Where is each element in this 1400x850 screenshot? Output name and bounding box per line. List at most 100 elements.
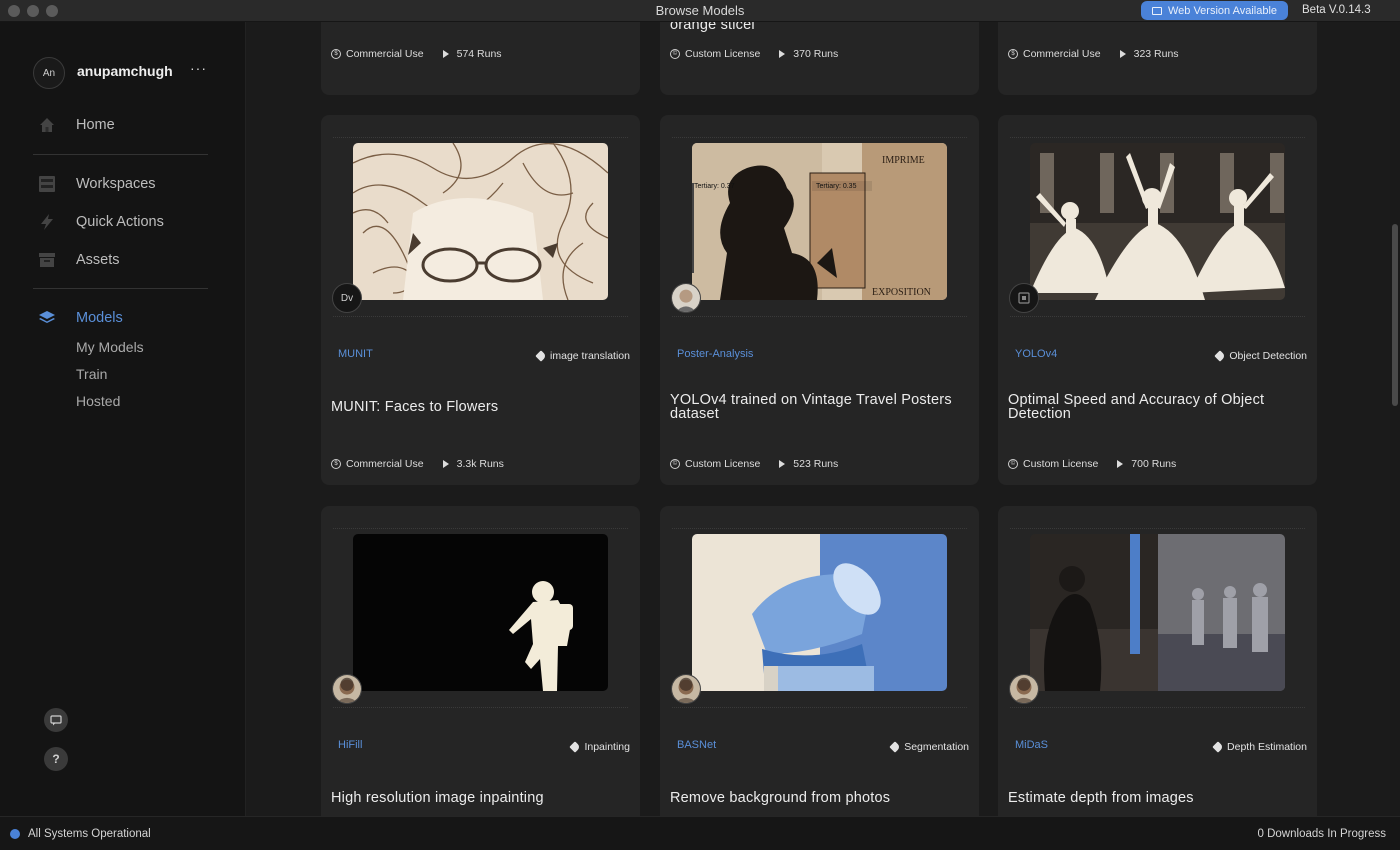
lightning-icon: [38, 213, 56, 231]
task-tag: Object Detection: [1214, 350, 1307, 362]
model-thumbnail: [1030, 143, 1285, 300]
sidebar-item-label: Assets: [76, 252, 120, 268]
repo-link[interactable]: MUNIT: [338, 348, 373, 360]
owner-avatar[interactable]: Dv: [332, 283, 362, 313]
model-thumbnail: [353, 143, 608, 300]
owner-avatar[interactable]: [1009, 283, 1039, 313]
play-icon: [1117, 460, 1124, 468]
sidebar-item-workspaces[interactable]: Workspaces: [38, 175, 156, 193]
task-tag: Depth Estimation: [1212, 741, 1307, 753]
tag-icon: [1214, 350, 1227, 362]
owner-avatar[interactable]: [671, 283, 701, 313]
runs-label: 323 Runs: [1133, 48, 1179, 60]
system-status[interactable]: All Systems Operational: [28, 828, 151, 840]
model-card[interactable]: orange sticel © Custom License 370 Runs: [660, 22, 979, 95]
task-tag: Inpainting: [569, 741, 630, 753]
archive-icon: [38, 251, 56, 269]
title-bar: Browse Models Web Version Available Beta…: [0, 0, 1400, 22]
chat-button[interactable]: [44, 708, 68, 732]
repo-link[interactable]: HiFill: [338, 739, 362, 751]
license-icon: $: [331, 49, 341, 59]
scrollbar-thumb[interactable]: [1392, 224, 1398, 406]
play-icon: [442, 50, 449, 58]
license-icon: ©: [670, 459, 680, 469]
runs-label: 523 Runs: [793, 458, 839, 470]
runs-label: 370 Runs: [793, 48, 839, 60]
model-card[interactable]: HiFill Inpainting High resolution image …: [321, 506, 640, 816]
username[interactable]: anupamchugh: [77, 63, 173, 79]
card-meta: © Custom License 700 Runs: [1008, 458, 1176, 470]
license-label: Commercial Use: [346, 48, 424, 60]
sidebar-item-train[interactable]: Train: [76, 366, 107, 382]
layers-icon: [38, 309, 56, 327]
owner-avatar[interactable]: [671, 674, 701, 704]
tag-icon: [569, 741, 582, 753]
runs-label: 3.3k Runs: [456, 458, 504, 470]
chat-icon: [50, 714, 62, 725]
task-tag: image translation: [535, 350, 630, 362]
model-grid: $ Commercial Use 574 Runs orange sticel …: [247, 22, 1389, 816]
license-label: Commercial Use: [346, 458, 424, 470]
card-title: YOLOv4 trained on Vintage Travel Posters…: [670, 392, 952, 422]
card-title: High resolution image inpainting: [331, 790, 544, 806]
sidebar-item-home[interactable]: Home: [38, 116, 115, 134]
sidebar-divider: [33, 154, 208, 155]
license-label: Custom License: [685, 458, 761, 470]
card-title: Remove background from photos: [670, 790, 891, 806]
license-label: Custom License: [1023, 458, 1099, 470]
license-label: Commercial Use: [1023, 48, 1101, 60]
repo-link[interactable]: BASNet: [677, 739, 716, 751]
sidebar-item-assets[interactable]: Assets: [38, 251, 120, 269]
version-label: Beta V.0.14.3: [1302, 4, 1371, 16]
play-icon: [779, 50, 786, 58]
model-thumbnail: [692, 534, 947, 691]
tag-icon: [1212, 741, 1224, 753]
card-title: MUNIT: Faces to Flowers: [331, 399, 499, 415]
license-icon: ©: [670, 49, 680, 59]
scrollbar-track[interactable]: [1390, 22, 1400, 816]
workspaces-icon: [38, 175, 56, 193]
more-options-button[interactable]: ···: [190, 60, 207, 76]
help-button[interactable]: ?: [44, 747, 68, 771]
model-thumbnail: [1030, 534, 1285, 691]
license-icon: $: [331, 459, 341, 469]
avatar[interactable]: An: [33, 57, 65, 89]
model-card[interactable]: BASNet Segmentation Remove background fr…: [660, 506, 979, 816]
web-version-button[interactable]: Web Version Available: [1141, 1, 1288, 20]
owner-avatar[interactable]: [332, 674, 362, 704]
model-card[interactable]: $ Commercial Use 323 Runs: [998, 22, 1317, 95]
tag-icon: [889, 741, 901, 753]
task-tag: Segmentation: [889, 741, 969, 753]
status-bar: All Systems Operational 0 Downloads In P…: [0, 816, 1400, 850]
model-card[interactable]: Dv MUNIT image translation MUNIT: Faces …: [321, 115, 640, 485]
card-title: orange sticel: [670, 22, 755, 33]
license-icon: $: [1008, 49, 1018, 59]
model-thumbnail: IMPRIME EXPOSITION Tertiary: 0.37 Tertia…: [692, 143, 947, 300]
browser-icon: [1151, 6, 1162, 15]
tag-icon: [535, 350, 547, 362]
sidebar-item-label: Home: [76, 117, 115, 133]
model-card[interactable]: IMPRIME EXPOSITION Tertiary: 0.37 Tertia…: [660, 115, 979, 485]
card-meta: $ Commercial Use 3.3k Runs: [331, 458, 504, 470]
model-card[interactable]: YOLOv4 Object Detection Optimal Speed an…: [998, 115, 1317, 485]
sidebar-item-my-models[interactable]: My Models: [76, 339, 144, 355]
detection-label: Tertiary: 0.35: [816, 183, 857, 190]
model-card[interactable]: MiDaS Depth Estimation Estimate depth fr…: [998, 506, 1317, 816]
repo-link[interactable]: MiDaS: [1015, 739, 1048, 751]
sidebar-item-quick-actions[interactable]: Quick Actions: [38, 213, 164, 231]
owner-avatar[interactable]: [1009, 674, 1039, 704]
sidebar-item-models[interactable]: Models: [38, 309, 123, 327]
card-meta: $ Commercial Use 574 Runs: [331, 48, 502, 60]
home-icon: [38, 116, 56, 134]
model-thumbnail: [353, 534, 608, 691]
sidebar: An anupamchugh ··· Home Workspaces Quick…: [0, 22, 246, 816]
play-icon: [442, 460, 449, 468]
model-card[interactable]: $ Commercial Use 574 Runs: [321, 22, 640, 95]
repo-link[interactable]: YOLOv4: [1015, 348, 1057, 360]
sidebar-item-hosted[interactable]: Hosted: [76, 393, 120, 409]
repo-link[interactable]: Poster-Analysis: [677, 348, 753, 360]
sidebar-item-label: Models: [76, 310, 123, 326]
card-meta: © Custom License 523 Runs: [670, 458, 838, 470]
card-meta: $ Commercial Use 323 Runs: [1008, 48, 1179, 60]
downloads-status[interactable]: 0 Downloads In Progress: [1258, 828, 1386, 840]
